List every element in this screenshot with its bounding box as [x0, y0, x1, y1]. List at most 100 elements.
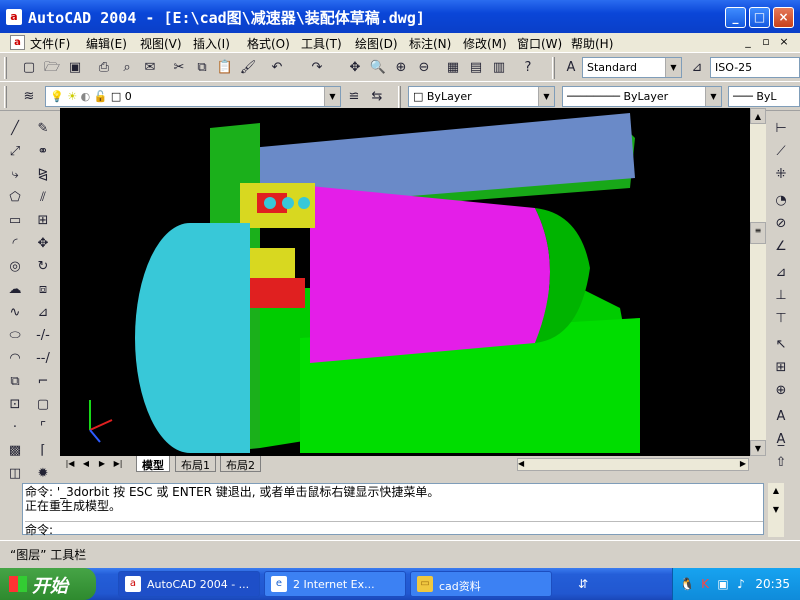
print-preview-icon[interactable]: ⌕ [116, 57, 138, 79]
move-icon[interactable]: ✥ [32, 233, 54, 255]
new-file-icon[interactable]: ▢ [18, 57, 40, 79]
leader-icon[interactable]: ↖ [770, 334, 792, 356]
command-window[interactable]: 命令: '_3dorbit 按 ESC 或 ENTER 键退出, 或者单击鼠标右… [22, 483, 764, 537]
scroll-up-arrow[interactable]: ▲ [768, 483, 784, 499]
break-at-point-icon[interactable]: ▢ [32, 394, 54, 416]
model-viewport[interactable] [60, 108, 750, 456]
fillet-icon[interactable]: ⌈ [32, 440, 54, 462]
cut-icon[interactable]: ✂ [168, 57, 190, 79]
polygon-icon[interactable]: ⬠ [4, 187, 26, 209]
doc-restore-button[interactable]: ▫ [758, 35, 774, 50]
trim-icon[interactable]: -/- [32, 325, 54, 347]
baseline-dimension-icon[interactable]: ⊥ [770, 285, 792, 307]
volume-icon[interactable]: ♪ [733, 576, 749, 592]
chevron-down-icon[interactable]: ▼ [538, 87, 554, 106]
task-cad-folder[interactable]: ▭ cad资料 [410, 571, 552, 597]
doc-close-button[interactable]: × [776, 35, 792, 50]
open-file-icon[interactable]: 🗁 [41, 57, 63, 79]
scroll-right-arrow[interactable]: ▶ [740, 459, 746, 468]
ordinate-dimension-icon[interactable]: ⁜ [770, 164, 792, 186]
scale-icon[interactable]: ⧈ [32, 279, 54, 301]
last-tab-icon[interactable]: ▶| [110, 457, 126, 471]
toolbar-grip[interactable] [4, 86, 7, 108]
publish-icon[interactable]: ✉ [139, 57, 161, 79]
menu-dimension[interactable]: 标注(N) [409, 35, 451, 52]
command-prompt-line[interactable]: 命令: [25, 521, 763, 537]
scroll-down-arrow[interactable]: ▼ [750, 440, 766, 456]
paste-icon[interactable]: 📋 [214, 57, 236, 79]
qq-icon[interactable]: 🐧 [679, 576, 695, 592]
print-icon[interactable]: ⎙ [93, 57, 115, 79]
menu-help[interactable]: 帮助(H) [571, 35, 613, 52]
dimension-text-edit-icon[interactable]: A̲ [770, 429, 792, 451]
chevron-down-icon[interactable]: ▼ [324, 87, 340, 106]
array-icon[interactable]: ⊞ [32, 210, 54, 232]
task-autocad[interactable]: a AutoCAD 2004 - ... [118, 571, 260, 597]
rotate-icon[interactable]: ↻ [32, 256, 54, 278]
rectangle-icon[interactable]: ▭ [4, 210, 26, 232]
zoom-window-icon[interactable]: ⊕ [390, 57, 412, 79]
layer-manager-icon[interactable]: ≋ [18, 86, 40, 108]
command-scrollbar[interactable]: ▲ ▼ [768, 483, 784, 537]
toolbar-grip[interactable] [4, 57, 7, 79]
tolerance-icon[interactable]: ⊞ [770, 357, 792, 379]
tab-layout2[interactable]: 布局2 [220, 456, 261, 472]
center-mark-icon[interactable]: ⊕ [770, 380, 792, 402]
offset-icon[interactable]: ⫽ [32, 187, 54, 209]
dimension-edit-icon[interactable]: A [770, 406, 792, 428]
toolbar-grip[interactable] [398, 86, 401, 108]
scroll-down-arrow[interactable]: ▼ [768, 502, 784, 518]
make-block-icon[interactable]: ⊡ [4, 394, 26, 416]
make-object-layer-current-icon[interactable]: ≌ [343, 86, 365, 108]
prev-tab-icon[interactable]: ◀ [78, 457, 94, 471]
diameter-dimension-icon[interactable]: ⊘ [770, 213, 792, 235]
explode-icon[interactable]: ✹ [32, 463, 54, 485]
toolbar-grip[interactable] [552, 57, 555, 79]
angular-dimension-icon[interactable]: ∠ [770, 236, 792, 258]
title-bar[interactable]: a AutoCAD 2004 - [E:\cad图\减速器\装配体草稿.dwg]… [0, 0, 800, 33]
copy-object-icon[interactable]: ⚭ [32, 141, 54, 163]
zoom-previous-icon[interactable]: ⊖ [413, 57, 435, 79]
lineweight-control-select[interactable]: ─── ByL [728, 86, 800, 107]
help-icon[interactable]: ? [517, 57, 539, 79]
dimension-update-icon[interactable]: ⇧ [770, 452, 792, 474]
erase-icon[interactable]: ✎ [32, 118, 54, 140]
insert-block-icon[interactable]: ⧉ [4, 371, 26, 393]
menu-file[interactable]: 文件(F) [30, 35, 70, 52]
network-icon[interactable]: ⇵ [575, 576, 591, 592]
extend-icon[interactable]: --/ [32, 348, 54, 370]
close-button[interactable]: × [773, 7, 794, 28]
doc-minimize-button[interactable]: _ [740, 35, 756, 50]
menu-modify[interactable]: 修改(M) [463, 35, 507, 52]
ellipse-icon[interactable]: ⬭ [4, 325, 26, 347]
polyline-icon[interactable]: ⤷ [4, 164, 26, 186]
continue-dimension-icon[interactable]: ⊤ [770, 308, 792, 330]
copy-icon[interactable]: ⧉ [191, 57, 213, 79]
color-control-select[interactable]: □ ByLayer ▼ [408, 86, 555, 107]
first-tab-icon[interactable]: |◀ [62, 457, 78, 471]
menu-edit[interactable]: 编辑(E) [86, 35, 127, 52]
zoom-realtime-icon[interactable]: 🔍 [367, 57, 389, 79]
region-icon[interactable]: ◫ [4, 463, 26, 485]
tab-layout1[interactable]: 布局1 [175, 456, 216, 472]
construction-line-icon[interactable]: ⤢ [4, 141, 26, 163]
start-button[interactable]: 开始 [0, 568, 96, 600]
scroll-thumb[interactable]: ≡ [750, 222, 766, 244]
ellipse-arc-icon[interactable]: ◠ [4, 348, 26, 370]
text-style-icon[interactable]: A [560, 57, 582, 79]
spline-icon[interactable]: ∿ [4, 302, 26, 324]
hatch-icon[interactable]: ▩ [4, 440, 26, 462]
maximize-button[interactable]: □ [749, 7, 770, 28]
dim-style-select[interactable]: ISO-25 [710, 57, 800, 78]
menu-format[interactable]: 格式(O) [247, 35, 290, 52]
horizontal-scrollbar[interactable]: ◀ ▶ [517, 458, 749, 471]
arc-icon[interactable]: ◜ [4, 233, 26, 255]
point-icon[interactable]: · [4, 417, 26, 439]
dim-style-icon[interactable]: ⊿ [686, 57, 708, 79]
stretch-icon[interactable]: ⊿ [32, 302, 54, 324]
vertical-scrollbar[interactable]: ▲ ≡ ▼ [750, 108, 766, 456]
aligned-dimension-icon[interactable]: ⟋ [770, 141, 792, 163]
menu-view[interactable]: 视图(V) [140, 35, 182, 52]
chamfer-icon[interactable]: ⌜ [32, 417, 54, 439]
scroll-up-arrow[interactable]: ▲ [750, 108, 766, 124]
